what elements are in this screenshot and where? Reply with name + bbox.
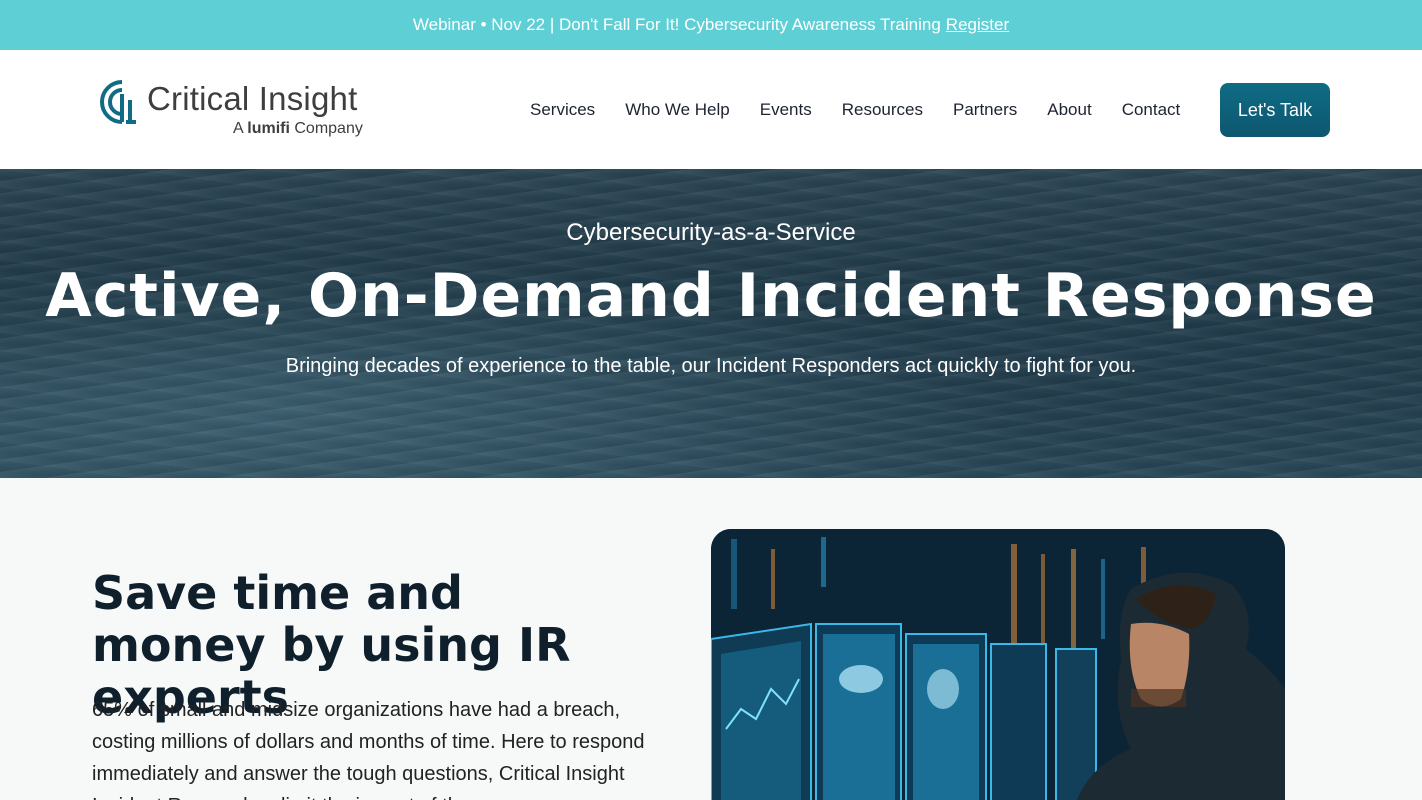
announcement-bar: Webinar • Nov 22 | Don't Fall For It! Cy… bbox=[0, 0, 1422, 50]
hero-eyebrow: Cybersecurity-as-a-Service bbox=[566, 219, 856, 246]
announcement-text: Webinar • Nov 22 | Don't Fall For It! Cy… bbox=[412, 15, 941, 34]
nav-item-partners[interactable]: Partners bbox=[953, 100, 1017, 120]
logo-sub-suffix: Company bbox=[294, 120, 363, 137]
logo-sub-brand: lumifi bbox=[247, 120, 290, 137]
section-body: 65% of small and midsize organizations h… bbox=[92, 699, 645, 800]
soc-illustration bbox=[711, 529, 1285, 800]
hero-title: Active, On-Demand Incident Response bbox=[45, 261, 1377, 331]
hero-lede: Bringing decades of experience to the ta… bbox=[285, 355, 1137, 377]
register-link[interactable]: Register bbox=[946, 15, 1009, 35]
lets-talk-button[interactable]: Let's Talk bbox=[1220, 83, 1330, 137]
main-nav: Services Who We Help Events Resources Pa… bbox=[530, 100, 1180, 120]
analyst-photo bbox=[711, 529, 1285, 800]
logo[interactable]: Critical Insight A lumifi Company bbox=[100, 78, 390, 142]
logo-subtitle: A lumifi Company bbox=[233, 120, 363, 138]
hero-banner: Cybersecurity-as-a-Service Active, On-De… bbox=[0, 169, 1422, 478]
nav-item-contact[interactable]: Contact bbox=[1122, 100, 1181, 120]
nav-item-resources[interactable]: Resources bbox=[842, 100, 923, 120]
logo-brand-text: Critical Insight bbox=[147, 80, 358, 117]
site-header: Critical Insight A lumifi Company Servic… bbox=[0, 50, 1422, 169]
logo-sub-prefix: A bbox=[233, 120, 243, 137]
nav-item-events[interactable]: Events bbox=[760, 100, 812, 120]
logo-mark-icon bbox=[100, 80, 136, 124]
nav-item-services[interactable]: Services bbox=[530, 100, 595, 120]
nav-item-who-we-help[interactable]: Who We Help bbox=[625, 100, 730, 120]
nav-item-about[interactable]: About bbox=[1047, 100, 1091, 120]
